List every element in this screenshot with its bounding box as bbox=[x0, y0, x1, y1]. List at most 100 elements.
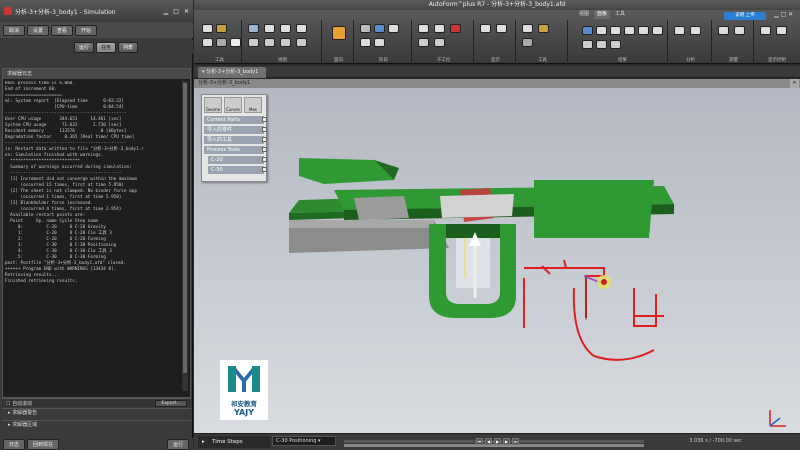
auto-scroll-label: ☐ 自动滚动 bbox=[6, 401, 33, 407]
visibility-checkbox[interactable] bbox=[262, 127, 267, 132]
tree-item-imported-parts[interactable]: 导入的零件 bbox=[204, 126, 264, 134]
group-label: 显示控制 bbox=[768, 58, 786, 63]
close-icon[interactable]: ✕ bbox=[184, 8, 189, 15]
position-value: C-30 Positioning bbox=[276, 438, 317, 444]
run-button[interactable]: 运行 bbox=[166, 438, 189, 450]
view-icon[interactable] bbox=[248, 24, 259, 33]
result-icon[interactable] bbox=[596, 40, 607, 49]
substation-icon[interactable] bbox=[434, 24, 445, 33]
tab-label: Curves bbox=[226, 107, 240, 112]
view-icon[interactable] bbox=[248, 38, 259, 47]
log-scrollbar[interactable] bbox=[182, 81, 188, 391]
export-button[interactable]: Export... bbox=[155, 400, 187, 407]
visibility-checkbox[interactable] bbox=[262, 157, 267, 162]
tool-icon[interactable] bbox=[216, 24, 227, 33]
stage-icon[interactable] bbox=[374, 38, 385, 47]
substation-icon[interactable] bbox=[418, 38, 429, 47]
substation-icon[interactable] bbox=[418, 24, 429, 33]
result-icon[interactable] bbox=[582, 40, 593, 49]
tree-item-c20[interactable]: C-20 bbox=[208, 156, 264, 164]
display-control-icon[interactable] bbox=[760, 26, 771, 35]
tab-panel[interactable]: 面板 bbox=[594, 10, 611, 19]
visibility-checkbox[interactable] bbox=[262, 147, 267, 152]
last-frame-icon[interactable]: ⏭ bbox=[512, 438, 519, 445]
analysis-icon[interactable] bbox=[690, 26, 701, 35]
tree-item-current-parts[interactable]: Current Parts bbox=[204, 116, 264, 124]
tree-item-c30[interactable]: C-30 bbox=[208, 166, 264, 174]
display-control-icon[interactable] bbox=[776, 26, 787, 35]
tool-icon[interactable] bbox=[202, 38, 213, 47]
time-steps-button[interactable]: ▸ Time Steps bbox=[198, 436, 270, 448]
substation-icon[interactable] bbox=[450, 24, 461, 33]
settings-button[interactable]: 设置 bbox=[27, 24, 50, 36]
result-icon[interactable] bbox=[610, 26, 621, 35]
stage-icon[interactable] bbox=[388, 24, 399, 33]
close-icon[interactable]: ✕ bbox=[790, 79, 799, 88]
visibility-checkbox[interactable] bbox=[262, 167, 267, 172]
tab-view[interactable]: 视图 bbox=[576, 10, 592, 19]
section-solver-warnings[interactable]: ▸ 求解器警告 bbox=[2, 408, 191, 417]
tab-list[interactable]: 列表 bbox=[118, 41, 139, 53]
substation-icon[interactable] bbox=[434, 38, 445, 47]
view-icon[interactable] bbox=[264, 24, 275, 33]
view-icon[interactable] bbox=[296, 24, 307, 33]
tool-icon[interactable] bbox=[538, 24, 549, 33]
measure-icon[interactable] bbox=[718, 26, 729, 35]
display-icon[interactable] bbox=[496, 24, 507, 33]
back-to-now-button[interactable]: 回到现在 bbox=[27, 438, 60, 450]
play-icon[interactable]: ▶ bbox=[494, 438, 501, 445]
view-icon[interactable] bbox=[280, 38, 291, 47]
position-select[interactable]: C-30 Positioning ▾ bbox=[272, 436, 336, 446]
group-label: 显示 bbox=[491, 58, 500, 63]
start-button[interactable]: 开始 bbox=[75, 24, 98, 36]
stage-icon[interactable] bbox=[374, 24, 385, 33]
tab-tools[interactable]: 工具 bbox=[612, 10, 628, 19]
analysis-icon[interactable] bbox=[674, 26, 685, 35]
maximize-icon[interactable]: □ bbox=[173, 8, 179, 15]
tab-curves[interactable]: Curves bbox=[224, 97, 242, 113]
measure-icon[interactable] bbox=[734, 26, 745, 35]
log-line: Finished retrieving results. bbox=[5, 279, 78, 284]
group-display: 显示 bbox=[476, 20, 516, 64]
view-icon[interactable] bbox=[264, 38, 275, 47]
view-icon[interactable] bbox=[296, 38, 307, 47]
section-solver-region[interactable]: ▸ 求解器区域 bbox=[2, 420, 191, 429]
view-icon[interactable] bbox=[280, 24, 291, 33]
tree-item-imported-tools[interactable]: 导入的工具 bbox=[204, 136, 264, 144]
prev-frame-icon[interactable]: ◀ bbox=[485, 438, 492, 445]
simulation-window: 分析-3+分析-3_body1 - Simulation ▁ □ ✕ 取消 设置… bbox=[0, 0, 193, 450]
first-frame-icon[interactable]: ⏮ bbox=[476, 438, 483, 445]
cancel-button[interactable]: 取消 bbox=[3, 24, 26, 36]
result-icon[interactable] bbox=[596, 26, 607, 35]
stage-icon[interactable] bbox=[360, 24, 371, 33]
tool-icon[interactable] bbox=[216, 38, 227, 47]
face-icon[interactable] bbox=[332, 26, 346, 40]
log-button[interactable]: 日志 bbox=[3, 438, 26, 450]
visibility-checkbox[interactable] bbox=[262, 117, 267, 122]
tree-item-process-tools[interactable]: Process Tools bbox=[204, 146, 264, 154]
tab-mesh[interactable]: Mes bbox=[244, 97, 262, 113]
tab-run[interactable]: 运行 bbox=[74, 41, 95, 53]
3d-viewport[interactable]: Geome Curves Mes Current Parts 导入的零件 导入的… bbox=[194, 88, 800, 433]
display-icon[interactable] bbox=[480, 24, 491, 33]
tool-icon[interactable] bbox=[230, 38, 241, 47]
stage-icon[interactable] bbox=[360, 38, 371, 47]
tool-icon[interactable] bbox=[202, 24, 213, 33]
group-label: 结果 bbox=[618, 58, 627, 63]
result-icon[interactable] bbox=[624, 26, 635, 35]
visibility-checkbox[interactable] bbox=[262, 137, 267, 142]
result-icon[interactable] bbox=[638, 26, 649, 35]
tab-task[interactable]: 任务 bbox=[96, 41, 117, 53]
result-icon[interactable] bbox=[582, 26, 593, 35]
tab-geometry[interactable]: Geome bbox=[204, 97, 222, 113]
view-button[interactable]: 查看 bbox=[51, 24, 74, 36]
next-frame-icon[interactable]: ▶ bbox=[503, 438, 510, 445]
minimize-icon[interactable]: ▁ bbox=[164, 8, 169, 15]
tool-icon[interactable] bbox=[522, 38, 533, 47]
app-title: AutoForm^plus R7 - 分析-3+分析-3_body1.afd bbox=[194, 0, 800, 10]
document-tab[interactable]: ▾ 分析-3+分析-3_body1 bbox=[198, 67, 266, 78]
result-icon[interactable] bbox=[652, 26, 663, 35]
result-icon[interactable] bbox=[610, 40, 621, 49]
help-upload-link[interactable]: 说明 上传 bbox=[724, 12, 766, 20]
tool-icon[interactable] bbox=[522, 24, 533, 33]
